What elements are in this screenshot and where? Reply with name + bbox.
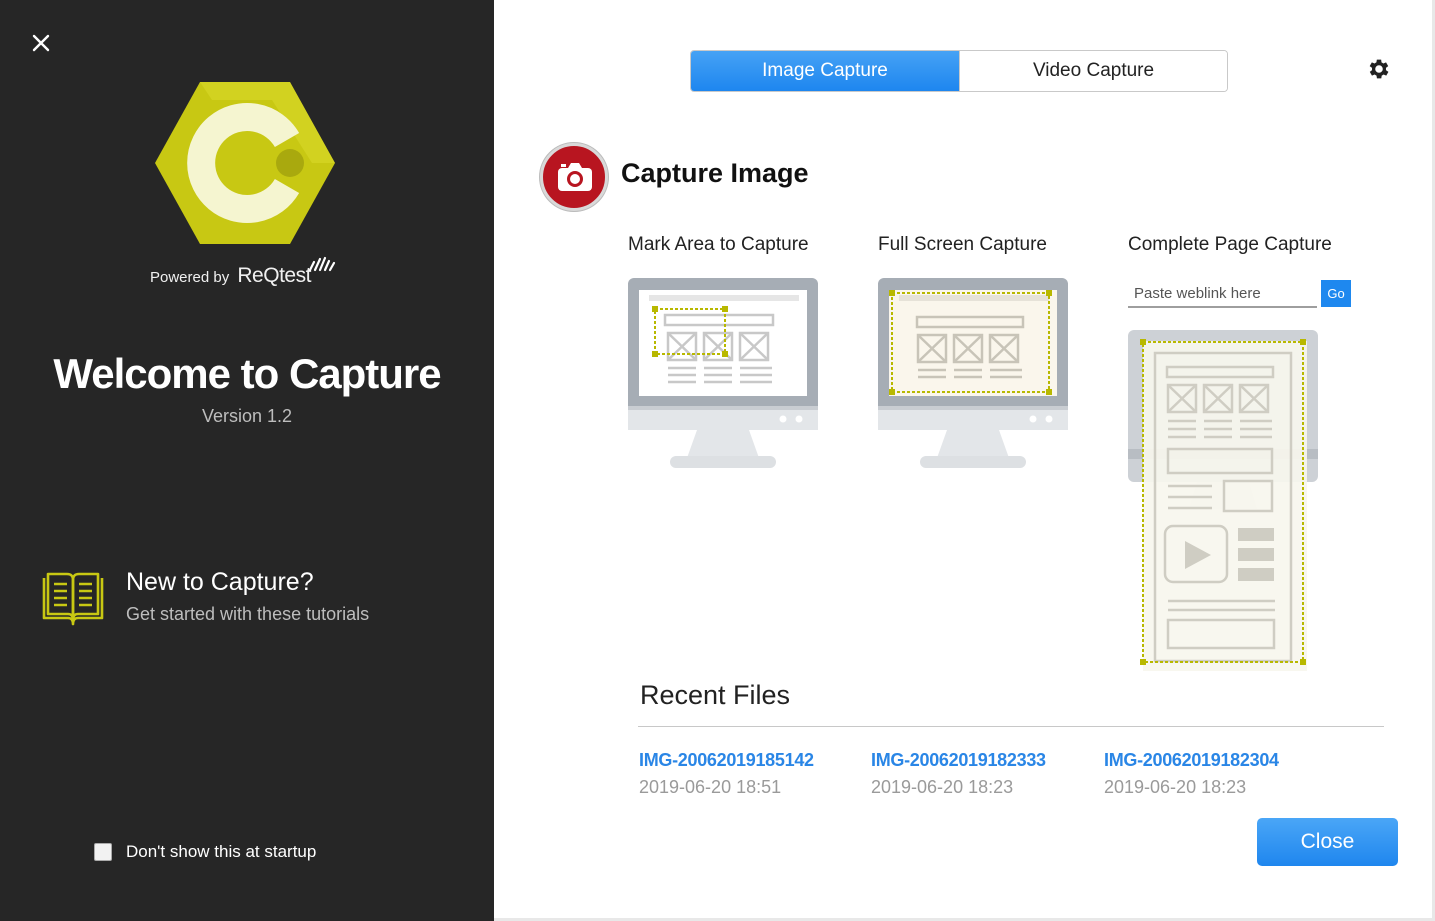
book-icon[interactable] <box>40 570 106 628</box>
reqtest-mark-icon <box>308 256 336 272</box>
mark-area-illustration[interactable] <box>627 278 819 470</box>
recent-files-title: Recent Files <box>640 680 791 710</box>
recent-file-date: 2019-06-20 18:23 <box>871 777 1014 797</box>
capture-image-title: Capture Image <box>621 158 809 188</box>
full-screen-label[interactable]: Full Screen Capture <box>878 234 1047 256</box>
recent-file: IMG-20062019182304 2019-06-20 18:23 <box>1104 750 1279 798</box>
startup-toggle[interactable]: Don't show this at startup <box>94 842 316 862</box>
close-icon[interactable] <box>30 32 52 54</box>
recent-files-divider <box>638 726 1384 727</box>
tutorials-subtitle: Get started with these tutorials <box>126 604 370 624</box>
camera-icon <box>558 163 592 191</box>
weblink-input[interactable] <box>1128 280 1317 308</box>
gear-icon[interactable] <box>1366 56 1392 82</box>
startup-label: Don't show this at startup <box>126 842 317 861</box>
mark-area-label[interactable]: Mark Area to Capture <box>628 234 809 256</box>
full-screen-illustration[interactable] <box>877 278 1069 470</box>
recent-file-link[interactable]: IMG-20062019182304 <box>1104 750 1279 771</box>
complete-page-illustration[interactable] <box>1127 329 1323 671</box>
welcome-title: Welcome to Capture <box>53 350 441 397</box>
recent-file-date: 2019-06-20 18:23 <box>1104 777 1247 797</box>
recent-file: IMG-20062019185142 2019-06-20 18:51 <box>639 750 814 798</box>
capture-logo <box>155 82 335 244</box>
recent-file-link[interactable]: IMG-20062019185142 <box>639 750 814 771</box>
reqtest-brand: ReQtest <box>237 264 311 287</box>
recent-file: IMG-20062019182333 2019-06-20 18:23 <box>871 750 1046 798</box>
tab-image-capture[interactable]: Image Capture <box>691 51 959 91</box>
tab-video-capture[interactable]: Video Capture <box>959 51 1227 91</box>
complete-page-label[interactable]: Complete Page Capture <box>1128 234 1332 256</box>
go-button[interactable]: Go <box>1321 280 1351 307</box>
recent-file-date: 2019-06-20 18:51 <box>639 777 782 797</box>
tutorials-title[interactable]: New to Capture? <box>126 568 314 597</box>
welcome-panel: Powered by ReQtest Welcome to Capture Ve… <box>0 0 494 921</box>
powered-by: Powered by ReQtest <box>150 264 311 288</box>
capture-mode-tabs: Image Capture Video Capture <box>690 50 1228 92</box>
recent-file-link[interactable]: IMG-20062019182333 <box>871 750 1046 771</box>
powered-by-prefix: Powered by <box>150 269 230 286</box>
startup-checkbox[interactable] <box>94 843 112 861</box>
version-label: Version 1.2 <box>201 406 293 426</box>
close-button[interactable]: Close <box>1257 818 1398 866</box>
